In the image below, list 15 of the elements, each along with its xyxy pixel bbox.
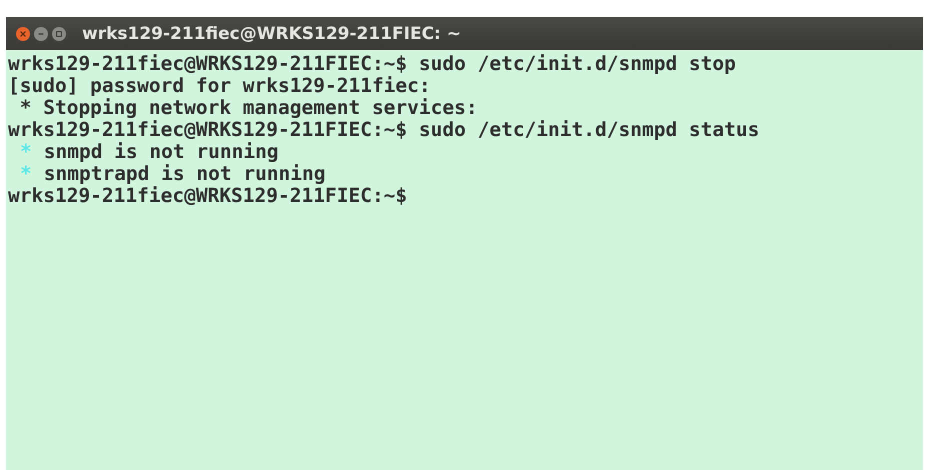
terminal-line: wrks129-211fiec@WRKS129-211FIEC:~$ sudo /etc/init.d/snmpd status — [8, 119, 760, 141]
maximize-button[interactable] — [52, 26, 66, 40]
terminal-line: snmpd is not running — [44, 140, 279, 163]
window-title: wrks129-211fiec@WRKS129-211FIEC: ~ — [82, 24, 462, 44]
close-button[interactable] — [16, 26, 30, 40]
minimize-button[interactable] — [34, 26, 48, 40]
terminal-line: wrks129-211fiec@WRKS129-211FIEC:~$ sudo /etc/init.d/snmpd stop — [8, 53, 737, 75]
status-bullet: * — [20, 140, 32, 163]
terminal-line: [sudo] password for wrks129-211fiec: — [8, 75, 432, 97]
terminal-line: snmptrapd is not running — [44, 162, 326, 185]
terminal-line: wrks129-211fiec@WRKS129-211FIEC:~$ — [8, 185, 408, 207]
terminal-line: * Stopping network management services: — [18, 97, 479, 119]
maximize-icon — [55, 30, 63, 38]
status-bullet: * — [20, 162, 32, 185]
close-icon — [19, 30, 27, 38]
